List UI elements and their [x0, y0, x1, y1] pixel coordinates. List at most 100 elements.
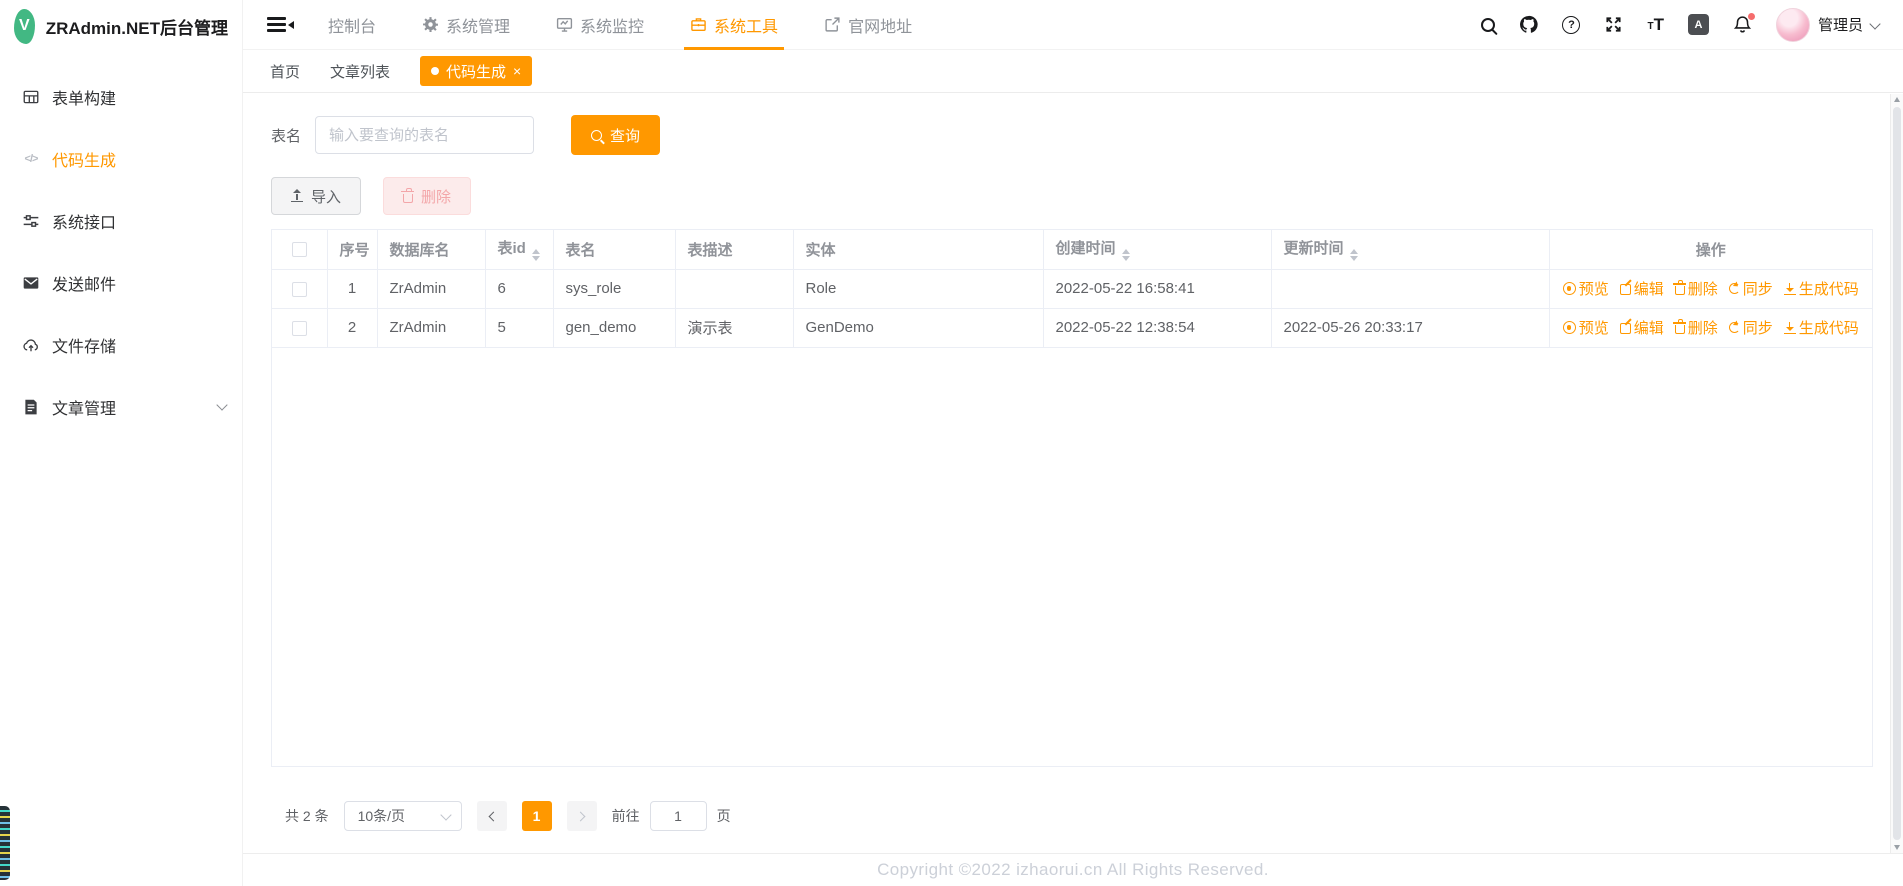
nav-item-label: 系统管理: [446, 18, 511, 36]
github-icon[interactable]: [1519, 15, 1539, 34]
copyright-footer: Copyright ©2022 izhaorui.cn All Rights R…: [243, 853, 1903, 886]
cell-seq: 2: [327, 308, 378, 348]
column-header-table-id[interactable]: 表id: [485, 230, 554, 270]
notification-badge: [1747, 13, 1755, 20]
cell-table-desc: [675, 269, 794, 309]
notification-bell-icon[interactable]: [1733, 13, 1755, 34]
sidebar-item-system-api[interactable]: 系统接口: [0, 190, 242, 252]
preview-link[interactable]: 预览: [1562, 278, 1609, 299]
sort-icon[interactable]: [531, 249, 540, 262]
column-header-updated[interactable]: 更新时间: [1271, 230, 1550, 270]
trash-icon: [1673, 280, 1687, 295]
query-button[interactable]: 查询: [571, 115, 661, 155]
delete-link[interactable]: 删除: [1673, 317, 1718, 338]
fullscreen-icon[interactable]: [1604, 15, 1623, 34]
sync-link[interactable]: 同步: [1728, 278, 1773, 299]
next-page-button[interactable]: [566, 801, 597, 831]
nav-item-system-monitor[interactable]: 系统监控: [556, 0, 644, 49]
column-header-seq: 序号: [327, 230, 378, 270]
delete-link[interactable]: 删除: [1673, 278, 1718, 299]
floating-widget[interactable]: [0, 806, 10, 880]
table-row[interactable]: 2 ZrAdmin 5 gen_demo 演示表 GenDemo 2022-05…: [272, 308, 1872, 348]
scrollbar-thumb[interactable]: [1893, 107, 1901, 840]
sidebar-collapse-icon[interactable]: [267, 17, 294, 32]
translate-icon[interactable]: A: [1687, 14, 1709, 35]
tab-close-icon[interactable]: ×: [513, 64, 521, 78]
scroll-down-icon[interactable]: [1891, 842, 1903, 853]
table-name-input[interactable]: [315, 116, 535, 154]
table-toolbar: 导入 删除: [271, 177, 1873, 215]
edit-icon: [1619, 322, 1631, 334]
sort-icon[interactable]: [1121, 249, 1130, 262]
search-form: 表名 查询: [271, 115, 1873, 155]
sidebar-item-send-mail[interactable]: 发送邮件: [0, 252, 242, 314]
top-nav-menu: 控制台 系统管理 系统监控 系统工具 官网地址: [328, 0, 912, 50]
user-name: 管理员: [1817, 17, 1863, 34]
nav-item-system-management[interactable]: 系统管理: [422, 0, 510, 49]
sort-icon[interactable]: [1349, 249, 1358, 262]
preview-link[interactable]: 预览: [1562, 317, 1609, 338]
app-logo[interactable]: V ZRAdmin.NET后台管理: [0, 0, 242, 52]
cell-table-id: 5: [485, 308, 554, 348]
sidebar-item-label: 发送邮件: [52, 277, 117, 294]
user-menu[interactable]: 管理员: [1775, 7, 1881, 42]
select-all-checkbox[interactable]: [291, 242, 307, 258]
sync-icon: [1728, 322, 1740, 333]
font-size-icon[interactable]: TT: [1647, 16, 1664, 33]
goto-label: 前往: [611, 808, 640, 824]
import-button[interactable]: 导入: [271, 177, 362, 215]
generate-code-link[interactable]: 生成代码: [1783, 317, 1859, 338]
sidebar-item-form-builder[interactable]: 表单构建: [0, 66, 242, 128]
eye-icon: [1562, 282, 1576, 295]
cell-table-id: 6: [485, 269, 554, 309]
generate-code-link[interactable]: 生成代码: [1783, 278, 1859, 299]
sliders-icon: [22, 212, 40, 230]
sync-link[interactable]: 同步: [1728, 317, 1773, 338]
chevron-down-icon: [439, 809, 452, 821]
page-number-current[interactable]: 1: [521, 801, 552, 831]
cell-created: 2022-05-22 12:38:54: [1043, 308, 1272, 348]
nav-item-label: 系统工具: [714, 18, 779, 36]
scroll-up-icon[interactable]: [1891, 94, 1903, 105]
pagination: 共 2 条 10条/页 1 前往 页: [285, 801, 1873, 831]
gear-icon: [422, 16, 439, 33]
search-icon[interactable]: [1481, 17, 1496, 32]
sync-icon: [1728, 283, 1740, 294]
chevron-down-icon: [1869, 17, 1881, 30]
sidebar-item-code-generation[interactable]: </> 代码生成: [0, 128, 242, 190]
trash-icon: [1673, 319, 1687, 334]
sidebar-item-article-management[interactable]: 文章管理: [0, 376, 242, 438]
chevron-left-icon: [488, 811, 499, 821]
download-icon: [1783, 282, 1796, 295]
column-header-database: 数据库名: [377, 230, 486, 270]
chevron-right-icon: [575, 811, 586, 821]
cell-updated: [1271, 269, 1550, 309]
edit-link[interactable]: 编辑: [1619, 317, 1664, 338]
sidebar-item-file-storage[interactable]: 文件存储: [0, 314, 242, 376]
sidebar-item-label: 代码生成: [52, 153, 117, 170]
row-checkbox[interactable]: [291, 281, 307, 297]
top-navbar: 控制台 系统管理 系统监控 系统工具 官网地址 ? T T A 管理员: [243, 0, 1903, 50]
sidebar: V ZRAdmin.NET后台管理 表单构建 </> 代码生成 系统接口 发送邮…: [0, 0, 243, 886]
nav-item-console[interactable]: 控制台: [328, 0, 376, 49]
avatar: [1775, 7, 1810, 42]
vertical-scrollbar[interactable]: [1890, 94, 1903, 853]
goto-page-input[interactable]: [649, 801, 707, 831]
column-header-actions: 操作: [1549, 230, 1872, 270]
row-checkbox[interactable]: [291, 320, 307, 336]
grid-icon: [22, 88, 40, 106]
page-size-select[interactable]: 10条/页: [343, 801, 462, 831]
table-row[interactable]: 1 ZrAdmin 6 sys_role Role 2022-05-22 16:…: [272, 269, 1872, 309]
prev-page-button[interactable]: [476, 801, 507, 831]
nav-item-system-tools[interactable]: 系统工具: [684, 0, 785, 50]
tab-code-generation[interactable]: 代码生成 ×: [420, 56, 533, 86]
external-link-icon: [824, 16, 841, 33]
column-header-created[interactable]: 创建时间: [1043, 230, 1272, 270]
help-icon[interactable]: ?: [1562, 15, 1581, 34]
tab-home[interactable]: 首页: [270, 61, 300, 82]
tab-article-list[interactable]: 文章列表: [330, 61, 390, 82]
edit-link[interactable]: 编辑: [1619, 278, 1664, 299]
nav-item-official-site[interactable]: 官网地址: [824, 0, 912, 49]
delete-button[interactable]: 删除: [383, 177, 472, 215]
eye-icon: [1562, 321, 1576, 334]
